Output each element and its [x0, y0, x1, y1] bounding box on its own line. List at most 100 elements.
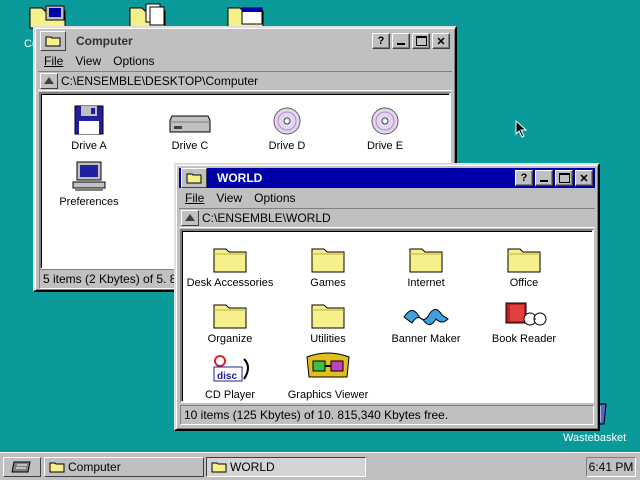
- task-label: WORLD: [230, 460, 275, 474]
- close-icon: ✕: [436, 35, 446, 48]
- item-label: Drive A: [71, 140, 107, 152]
- book-reader-item[interactable]: Book Reader: [476, 293, 572, 345]
- maximize-icon: [415, 36, 427, 46]
- item-label: Organize: [207, 333, 253, 345]
- folder-office[interactable]: Office: [476, 237, 572, 289]
- cd-player-icon: disc: [213, 355, 249, 382]
- status-text: 10 items (125 Kbytes) of 10. 815,340 Kby…: [184, 408, 449, 422]
- item-label: Graphics Viewer: [287, 389, 369, 401]
- folder-icon: [45, 36, 61, 47]
- folder-internet[interactable]: Internet: [378, 237, 474, 289]
- item-label: CD Player: [204, 389, 256, 401]
- drive-c-item[interactable]: Drive C: [142, 100, 238, 152]
- folder-icon: [186, 173, 202, 184]
- task-label: Computer: [68, 460, 121, 474]
- folder-icon: [507, 248, 541, 273]
- folder-organize[interactable]: Organize: [182, 293, 278, 345]
- folder-icon: [311, 304, 345, 329]
- menu-file[interactable]: File: [185, 191, 204, 205]
- menu-view[interactable]: View: [216, 191, 242, 205]
- item-label: Games: [310, 277, 346, 289]
- drive-e-item[interactable]: Drive E: [337, 100, 433, 152]
- world-titlebar[interactable]: WORLD ? ✕: [179, 168, 595, 188]
- world-content: Desk Accessories Games Internet Office O…: [180, 229, 594, 403]
- task-button-computer[interactable]: Computer: [44, 457, 204, 477]
- folder-icon: [49, 462, 65, 473]
- drive-d-item[interactable]: Drive D: [239, 100, 335, 152]
- item-label: Banner Maker: [391, 333, 461, 345]
- item-label: Drive E: [366, 140, 404, 152]
- path-bar: C:\ENSEMBLE\WORLD: [179, 208, 595, 228]
- maximize-icon: [558, 173, 570, 183]
- folder-utilities[interactable]: Utilities: [280, 293, 376, 345]
- path-bar: C:\ENSEMBLE\DESKTOP\Computer: [38, 71, 452, 91]
- maximize-button[interactable]: [555, 170, 573, 186]
- item-label: Desk Accessories: [186, 277, 274, 289]
- hard-drive-icon: [169, 115, 211, 133]
- world-window: WORLD ? ✕ File View Options C:\ENSEMBLE\…: [174, 163, 600, 431]
- window-title: WORLD: [217, 171, 263, 185]
- up-folder-button[interactable]: [181, 210, 199, 226]
- banner-maker-icon: [403, 309, 449, 325]
- window-menu-button[interactable]: [40, 31, 66, 51]
- task-button-world[interactable]: WORLD: [206, 457, 366, 477]
- mouse-pointer-icon: [515, 119, 529, 141]
- menubar: File View Options: [179, 189, 595, 207]
- menu-options[interactable]: Options: [113, 54, 154, 68]
- up-folder-button[interactable]: [40, 73, 58, 89]
- menu-file[interactable]: File: [44, 54, 63, 68]
- up-arrow-icon: [185, 214, 195, 221]
- cd-drive-icon: [371, 107, 399, 135]
- up-arrow-icon: [44, 77, 54, 84]
- help-button[interactable]: ?: [372, 33, 390, 49]
- status-text: 5 items (2 Kbytes) of 5. 8: [43, 272, 177, 286]
- cd-player-item[interactable]: disc CD Player: [182, 349, 278, 401]
- graphics-viewer-icon: [306, 352, 350, 378]
- close-button[interactable]: ✕: [432, 33, 450, 49]
- item-label: Drive C: [171, 140, 209, 152]
- minimize-button[interactable]: [392, 33, 410, 49]
- path-text: C:\ENSEMBLE\WORLD: [202, 211, 331, 225]
- menubar: File View Options: [38, 52, 452, 70]
- computer-titlebar[interactable]: Computer ? ✕: [38, 31, 452, 51]
- folder-icon: [213, 248, 247, 273]
- floppy-drive-icon: [74, 105, 104, 135]
- window-menu-button[interactable]: [181, 168, 207, 188]
- wastebasket-label[interactable]: Wastebasket: [563, 432, 626, 444]
- folder-games[interactable]: Games: [280, 237, 376, 289]
- minimize-icon: [397, 43, 405, 45]
- folder-icon: [409, 248, 443, 273]
- maximize-button[interactable]: [412, 33, 430, 49]
- folder-icon: [213, 304, 247, 329]
- svg-text:disc: disc: [217, 371, 237, 382]
- cd-drive-icon: [273, 107, 301, 135]
- folder-desk-accessories[interactable]: Desk Accessories: [182, 237, 278, 289]
- minimize-icon: [540, 180, 548, 182]
- preferences-item[interactable]: Preferences: [41, 156, 137, 208]
- folder-icon: [311, 248, 345, 273]
- path-text: C:\ENSEMBLE\DESKTOP\Computer: [61, 74, 259, 88]
- banner-maker-item[interactable]: Banner Maker: [378, 293, 474, 345]
- start-button[interactable]: [3, 457, 41, 477]
- item-label: Utilities: [310, 333, 346, 345]
- minimize-button[interactable]: [535, 170, 553, 186]
- window-title: Computer: [76, 34, 133, 48]
- menu-options[interactable]: Options: [254, 191, 295, 205]
- taskbar: Computer WORLD 6:41 PM: [0, 452, 640, 480]
- menu-view[interactable]: View: [75, 54, 101, 68]
- preferences-computer-icon: [72, 161, 106, 191]
- clock[interactable]: 6:41 PM: [586, 457, 636, 477]
- help-button[interactable]: ?: [515, 170, 533, 186]
- close-icon: ✕: [579, 172, 589, 185]
- item-label: Preferences: [59, 196, 119, 208]
- book-reader-icon: [505, 302, 547, 326]
- clock-text: 6:41 PM: [588, 460, 634, 474]
- close-button[interactable]: ✕: [575, 170, 593, 186]
- item-label: Office: [509, 277, 539, 289]
- item-label: Book Reader: [491, 333, 557, 345]
- graphics-viewer-item[interactable]: Graphics Viewer: [280, 349, 376, 401]
- drive-a-item[interactable]: Drive A: [41, 100, 137, 152]
- start-menu-icon: [11, 461, 31, 473]
- item-label: Internet: [407, 277, 445, 289]
- folder-icon: [211, 462, 227, 473]
